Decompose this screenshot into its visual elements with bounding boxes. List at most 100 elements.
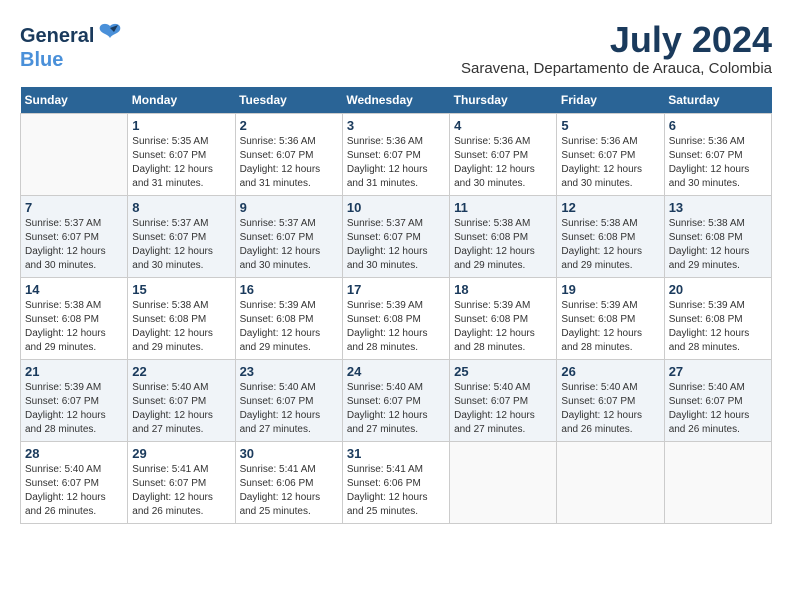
weekday-header-friday: Friday (557, 87, 664, 114)
day-info: Sunrise: 5:40 AMSunset: 6:07 PMDaylight:… (240, 381, 338, 437)
calendar-cell: 3Sunrise: 5:36 AMSunset: 6:07 PMDaylight… (342, 113, 449, 195)
calendar-cell: 28 Sunrise: 5:40 AMSunset: 6:07 PMDayligh… (21, 441, 128, 523)
logo-bird-icon (96, 20, 124, 53)
day-info: Sunrise: 5:37 AMSunset: 6:07 PMDaylight:… (240, 217, 338, 273)
calendar-cell (557, 441, 664, 523)
day-info: Sunrise: 5:38 AMSunset: 6:08 PMDaylight:… (454, 217, 552, 273)
day-info: Sunrise: 5:36 AMSunset: 6:07 PMDaylight:… (669, 135, 767, 191)
day-info: Sunrise: 5:40 AMSunset: 6:07 PMDaylight:… (347, 381, 445, 437)
day-info: Sunrise: 5:36 AMSunset: 6:07 PMDaylight:… (454, 135, 552, 191)
day-number: 21 (25, 364, 123, 379)
day-number: 27 (669, 364, 767, 379)
day-info: Sunrise: 5:39 AMSunset: 6:08 PMDaylight:… (347, 299, 445, 355)
day-info: Sunrise: 5:40 AMSunset: 6:07 PMDaylight:… (25, 463, 123, 519)
day-info: Sunrise: 5:39 AMSunset: 6:08 PMDaylight:… (240, 299, 338, 355)
calendar-cell: 12 Sunrise: 5:38 AMSunset: 6:08 PMDayligh… (557, 195, 664, 277)
day-number: 25 (454, 364, 552, 379)
day-info: Sunrise: 5:41 AMSunset: 6:06 PMDaylight:… (347, 463, 445, 519)
calendar-cell: 2 Sunrise: 5:36 AMSunset: 6:07 PMDaylight… (235, 113, 342, 195)
day-info: Sunrise: 5:38 AMSunset: 6:08 PMDaylight:… (25, 299, 123, 355)
calendar-cell: 23 Sunrise: 5:40 AMSunset: 6:07 PMDayligh… (235, 359, 342, 441)
day-number: 8 (132, 200, 230, 215)
day-number: 6 (669, 118, 767, 133)
day-info: Sunrise: 5:40 AMSunset: 6:07 PMDaylight:… (669, 381, 767, 437)
calendar-cell: 11Sunrise: 5:38 AMSunset: 6:08 PMDayligh… (450, 195, 557, 277)
day-info: Sunrise: 5:40 AMSunset: 6:07 PMDaylight:… (454, 381, 552, 437)
day-info: Sunrise: 5:36 AMSunset: 6:07 PMDaylight:… (240, 135, 338, 191)
day-number: 24 (347, 364, 445, 379)
day-info: Sunrise: 5:37 AMSunset: 6:07 PMDaylight:… (347, 217, 445, 273)
calendar-cell: 17 Sunrise: 5:39 AMSunset: 6:08 PMDayligh… (342, 277, 449, 359)
day-number: 15 (132, 282, 230, 297)
logo-general: General (20, 25, 94, 48)
weekday-header-sunday: Sunday (21, 87, 128, 114)
weekday-header-row: SundayMondayTuesdayWednesdayThursdayFrid… (21, 87, 772, 114)
calendar-week-row: 1Sunrise: 5:35 AMSunset: 6:07 PMDaylight… (21, 113, 772, 195)
calendar-cell: 24 Sunrise: 5:40 AMSunset: 6:07 PMDayligh… (342, 359, 449, 441)
calendar-cell: 16 Sunrise: 5:39 AMSunset: 6:08 PMDayligh… (235, 277, 342, 359)
day-number: 18 (454, 282, 552, 297)
day-info: Sunrise: 5:37 AMSunset: 6:07 PMDaylight:… (132, 217, 230, 273)
calendar-cell: 1Sunrise: 5:35 AMSunset: 6:07 PMDaylight… (128, 113, 235, 195)
day-number: 13 (669, 200, 767, 215)
calendar-cell: 26 Sunrise: 5:40 AMSunset: 6:07 PMDayligh… (557, 359, 664, 441)
day-info: Sunrise: 5:36 AMSunset: 6:07 PMDaylight:… (561, 135, 659, 191)
day-number: 16 (240, 282, 338, 297)
calendar-week-row: 7 Sunrise: 5:37 AMSunset: 6:07 PMDaylight… (21, 195, 772, 277)
calendar-cell (21, 113, 128, 195)
day-number: 5 (561, 118, 659, 133)
day-number: 26 (561, 364, 659, 379)
day-number: 29 (132, 446, 230, 461)
day-number: 28 (25, 446, 123, 461)
calendar-week-row: 28 Sunrise: 5:40 AMSunset: 6:07 PMDayligh… (21, 441, 772, 523)
day-info: Sunrise: 5:38 AMSunset: 6:08 PMDaylight:… (669, 217, 767, 273)
calendar-cell: 30Sunrise: 5:41 AMSunset: 6:06 PMDayligh… (235, 441, 342, 523)
day-number: 14 (25, 282, 123, 297)
calendar-cell: 4 Sunrise: 5:36 AMSunset: 6:07 PMDaylight… (450, 113, 557, 195)
day-info: Sunrise: 5:41 AMSunset: 6:07 PMDaylight:… (132, 463, 230, 519)
day-info: Sunrise: 5:39 AMSunset: 6:08 PMDaylight:… (561, 299, 659, 355)
calendar-week-row: 21 Sunrise: 5:39 AMSunset: 6:07 PMDayligh… (21, 359, 772, 441)
calendar-cell: 29 Sunrise: 5:41 AMSunset: 6:07 PMDayligh… (128, 441, 235, 523)
day-info: Sunrise: 5:38 AMSunset: 6:08 PMDaylight:… (132, 299, 230, 355)
day-number: 7 (25, 200, 123, 215)
day-number: 10 (347, 200, 445, 215)
day-number: 4 (454, 118, 552, 133)
calendar-cell: 18 Sunrise: 5:39 AMSunset: 6:08 PMDayligh… (450, 277, 557, 359)
calendar-table: SundayMondayTuesdayWednesdayThursdayFrid… (20, 87, 772, 524)
calendar-cell (450, 441, 557, 523)
day-number: 3 (347, 118, 445, 133)
weekday-header-tuesday: Tuesday (235, 87, 342, 114)
calendar-cell: 20 Sunrise: 5:39 AMSunset: 6:08 PMDayligh… (664, 277, 771, 359)
day-info: Sunrise: 5:40 AMSunset: 6:07 PMDaylight:… (561, 381, 659, 437)
calendar-cell: 15 Sunrise: 5:38 AMSunset: 6:08 PMDayligh… (128, 277, 235, 359)
day-info: Sunrise: 5:39 AMSunset: 6:07 PMDaylight:… (25, 381, 123, 437)
day-info: Sunrise: 5:40 AMSunset: 6:07 PMDaylight:… (132, 381, 230, 437)
calendar-cell: 6 Sunrise: 5:36 AMSunset: 6:07 PMDaylight… (664, 113, 771, 195)
location-subtitle: Saravena, Departamento de Arauca, Colomb… (461, 60, 772, 77)
day-number: 2 (240, 118, 338, 133)
day-info: Sunrise: 5:38 AMSunset: 6:08 PMDaylight:… (561, 217, 659, 273)
day-number: 22 (132, 364, 230, 379)
day-number: 12 (561, 200, 659, 215)
day-number: 20 (669, 282, 767, 297)
calendar-cell: 21 Sunrise: 5:39 AMSunset: 6:07 PMDayligh… (21, 359, 128, 441)
calendar-cell: 8 Sunrise: 5:37 AMSunset: 6:07 PMDaylight… (128, 195, 235, 277)
calendar-cell (664, 441, 771, 523)
calendar-cell: 9 Sunrise: 5:37 AMSunset: 6:07 PMDaylight… (235, 195, 342, 277)
calendar-cell: 14 Sunrise: 5:38 AMSunset: 6:08 PMDayligh… (21, 277, 128, 359)
day-number: 9 (240, 200, 338, 215)
day-number: 30 (240, 446, 338, 461)
calendar-cell: 19 Sunrise: 5:39 AMSunset: 6:08 PMDayligh… (557, 277, 664, 359)
calendar-cell: 7Sunrise: 5:37 AMSunset: 6:07 PMDaylight… (21, 195, 128, 277)
day-info: Sunrise: 5:39 AMSunset: 6:08 PMDaylight:… (669, 299, 767, 355)
weekday-header-thursday: Thursday (450, 87, 557, 114)
day-number: 17 (347, 282, 445, 297)
weekday-header-saturday: Saturday (664, 87, 771, 114)
calendar-cell: 25 Sunrise: 5:40 AMSunset: 6:07 PMDayligh… (450, 359, 557, 441)
day-info: Sunrise: 5:39 AMSunset: 6:08 PMDaylight:… (454, 299, 552, 355)
title-section: July 2024 Saravena, Departamento de Arau… (461, 20, 772, 77)
day-number: 23 (240, 364, 338, 379)
calendar-cell: 10 Sunrise: 5:37 AMSunset: 6:07 PMDayligh… (342, 195, 449, 277)
day-number: 19 (561, 282, 659, 297)
